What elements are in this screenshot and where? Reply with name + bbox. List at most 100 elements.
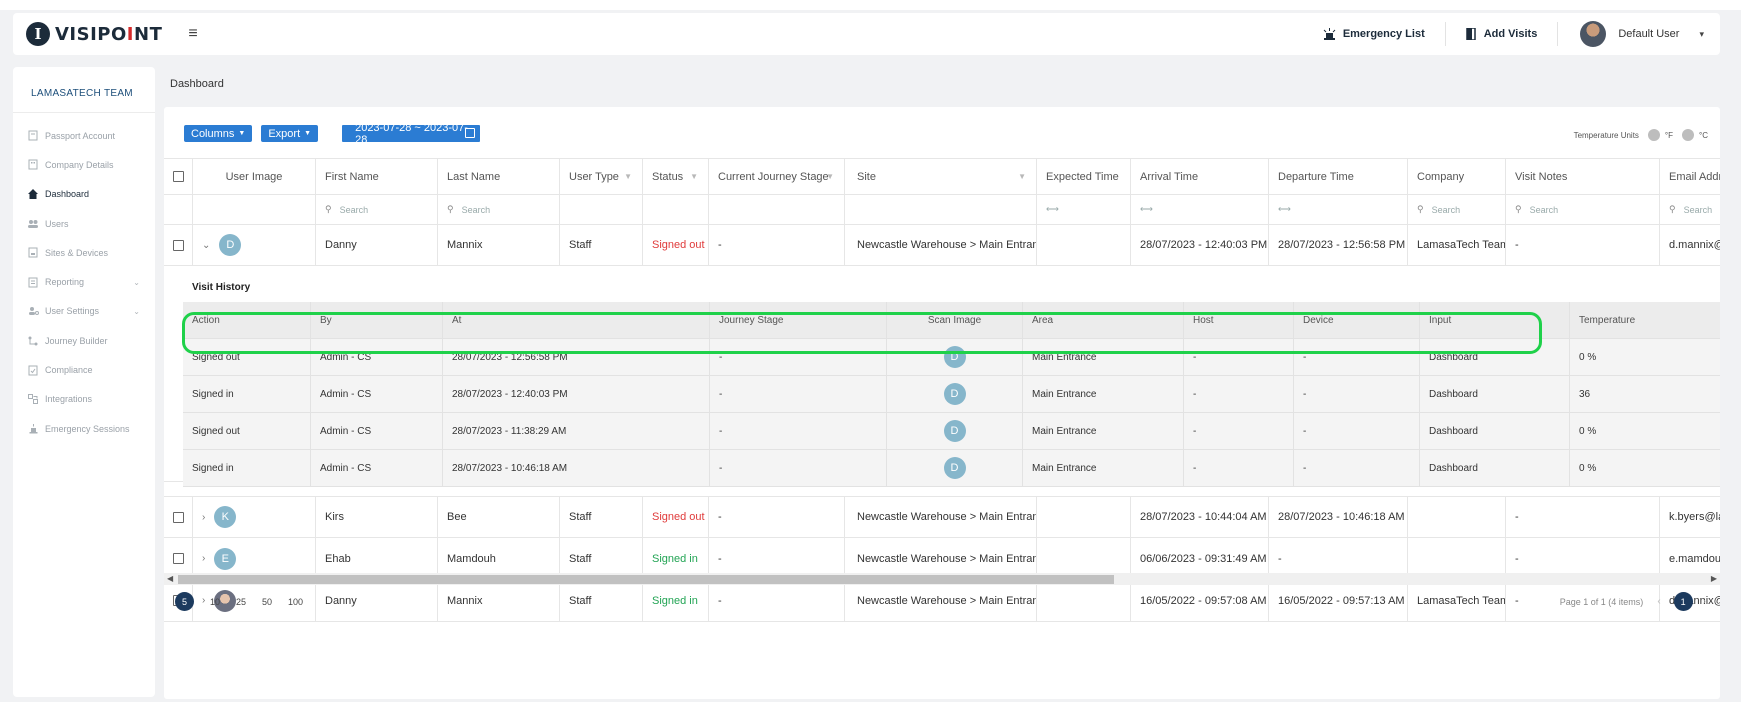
sidebar-item-company-details[interactable]: Company Details [13, 150, 155, 179]
column-header-expected-time[interactable]: Expected Time [1037, 159, 1131, 194]
column-header-at[interactable]: At [443, 302, 710, 338]
sidebar-item-compliance[interactable]: Compliance [13, 355, 155, 384]
page-size-option-active[interactable]: 5 [175, 592, 194, 611]
page-size-option[interactable]: 100 [288, 597, 303, 607]
scan-image[interactable]: D [943, 420, 966, 442]
add-visits-button[interactable]: Add Visits [1444, 22, 1558, 46]
column-header-journey-stage[interactable]: Journey Stage [710, 302, 887, 338]
column-header-first-name[interactable]: First Name [316, 159, 438, 194]
export-button[interactable]: Export ▼ [261, 125, 319, 142]
visit-history-row[interactable]: Signed out Admin - CS 28/07/2023 - 12:56… [183, 339, 1720, 376]
column-header-input[interactable]: Input [1420, 302, 1570, 338]
last-name-search-input[interactable]: ⚲ Search [438, 195, 560, 224]
table-row[interactable]: › Danny Mannix Staff Signed in - Newcast… [164, 580, 1720, 622]
company: LamasaTech Team [1408, 225, 1506, 265]
expand-chevron-icon[interactable]: › [202, 553, 205, 564]
users-icon [27, 218, 39, 230]
filter-icon[interactable]: ▼ [826, 172, 834, 181]
emergency-list-button[interactable]: Emergency List [1303, 22, 1445, 46]
column-header-visit-notes[interactable]: Visit Notes [1506, 159, 1660, 194]
sidebar-item-users[interactable]: Users [13, 209, 155, 238]
table-row[interactable]: › K Kirs Bee Staff Signed out - Newcastle… [164, 496, 1720, 538]
user-menu[interactable]: Default User ▾ [1557, 21, 1720, 47]
filter-icon[interactable]: ▼ [624, 172, 632, 181]
table-row[interactable]: ⌄ D Danny Mannix Staff Signed out - Newca… [164, 225, 1720, 266]
column-header-by[interactable]: By [311, 302, 443, 338]
horizontal-scrollbar[interactable]: ◀ ▶ [164, 573, 1720, 585]
scroll-left-icon[interactable]: ◀ [167, 574, 173, 583]
columns-button[interactable]: Columns ▼ [184, 125, 253, 142]
departure-time-range-filter[interactable]: ⟷ [1269, 195, 1408, 224]
prev-page-icon[interactable]: ‹ [1657, 596, 1660, 607]
row-checkbox[interactable] [173, 239, 184, 251]
column-header-scan-image[interactable]: Scan Image [887, 302, 1023, 338]
column-header-current-journey-stage[interactable]: Current Journey Stage ▼ [709, 159, 845, 194]
user-type: Staff [560, 580, 643, 621]
breadcrumb[interactable]: Dashboard [170, 78, 224, 90]
brand-logo[interactable]: I VISIPOINT [26, 22, 162, 46]
hamburger-menu-icon[interactable]: ≡ [188, 25, 197, 43]
grid-header: User Image First Name Last Name User Typ… [164, 158, 1720, 195]
sidebar-item-user-settings[interactable]: User Settings ⌄ [13, 297, 155, 326]
date-range-picker[interactable]: 2023-07-28 ~ 2023-07-28 [342, 122, 481, 146]
celsius-radio[interactable] [1682, 129, 1695, 141]
host: - [1184, 413, 1294, 449]
sidebar-item-dashboard[interactable]: Dashboard [13, 180, 155, 209]
scrollbar-thumb[interactable] [178, 575, 1114, 584]
email-search-input[interactable]: ⚲ Search [1660, 195, 1720, 224]
filter-icon[interactable]: ▼ [1018, 172, 1026, 181]
sidebar-item-sites-devices[interactable]: Sites & Devices [13, 238, 155, 267]
column-header-area[interactable]: Area [1023, 302, 1184, 338]
column-header-arrival-time[interactable]: Arrival Time [1131, 159, 1269, 194]
visit-history-row[interactable]: Signed in Admin - CS 28/07/2023 - 10:46:… [183, 450, 1720, 487]
page-size-option[interactable]: 50 [262, 597, 272, 607]
expand-chevron-icon[interactable]: › [202, 512, 205, 523]
row-checkbox[interactable] [173, 553, 184, 564]
column-header-device[interactable]: Device [1294, 302, 1420, 338]
sidebar-item-passport-account[interactable]: Passport Account [13, 121, 155, 150]
select-all-checkbox[interactable] [173, 171, 184, 182]
fahrenheit-radio[interactable] [1647, 129, 1660, 141]
company-search-input[interactable]: ⚲ Search [1408, 195, 1506, 224]
column-header-user-image[interactable]: User Image [193, 159, 316, 194]
page-size-option[interactable]: 10 [210, 597, 220, 607]
column-header-last-name[interactable]: Last Name [438, 159, 560, 194]
visit-history-row[interactable]: Signed out Admin - CS 28/07/2023 - 11:38… [183, 413, 1720, 450]
column-header-company[interactable]: Company [1408, 159, 1506, 194]
column-header-temperature[interactable]: Temperature [1570, 302, 1720, 338]
scan-image[interactable]: D [943, 346, 966, 368]
journey-stage: - [710, 376, 887, 412]
sidebar-item-reporting[interactable]: Reporting ⌄ [13, 267, 155, 296]
column-header-site[interactable]: Site ▼ [845, 159, 1037, 194]
scroll-right-icon[interactable]: ▶ [1711, 574, 1717, 583]
filter-icon[interactable]: ▼ [690, 172, 698, 181]
column-header-email-address[interactable]: Email Address [1660, 159, 1720, 194]
area: Main Entrance [1023, 376, 1184, 412]
area: Main Entrance [1023, 339, 1184, 375]
arrival-time-range-filter[interactable]: ⟷ [1131, 195, 1269, 224]
visit-history-row[interactable]: Signed in Admin - CS 28/07/2023 - 12:40:… [183, 376, 1720, 413]
expected-time-range-filter[interactable]: ⟷ [1037, 195, 1131, 224]
row-checkbox[interactable] [173, 511, 184, 523]
sidebar-item-integrations[interactable]: Integrations [13, 385, 155, 414]
page-size-option[interactable]: 25 [236, 597, 246, 607]
column-header-departure-time[interactable]: Departure Time [1269, 159, 1408, 194]
visit-notes-search-input[interactable]: ⚲ Search [1506, 195, 1660, 224]
column-header-user-type[interactable]: User Type ▼ [560, 159, 643, 194]
page-button-current[interactable]: 1 [1673, 592, 1693, 611]
area: Main Entrance [1023, 450, 1184, 486]
scan-image[interactable]: D [943, 457, 966, 479]
collapse-chevron-icon[interactable]: ⌄ [202, 240, 210, 251]
compliance-icon [27, 364, 39, 376]
sidebar-item-journey-builder[interactable]: Journey Builder [13, 326, 155, 355]
range-icon: ⟷ [1278, 204, 1291, 214]
sidebar-item-emergency-sessions[interactable]: Emergency Sessions [13, 414, 155, 443]
input: Dashboard [1420, 450, 1570, 486]
column-header-action[interactable]: Action [183, 302, 311, 338]
site: Newcastle Warehouse > Main Entrance [845, 580, 1037, 621]
first-name-search-input[interactable]: ⚲ Search [316, 195, 438, 224]
column-header-host[interactable]: Host [1184, 302, 1294, 338]
scan-image[interactable]: D [943, 383, 966, 405]
column-header-status[interactable]: Status ▼ [643, 159, 709, 194]
next-page-icon[interactable]: › [1703, 596, 1706, 607]
